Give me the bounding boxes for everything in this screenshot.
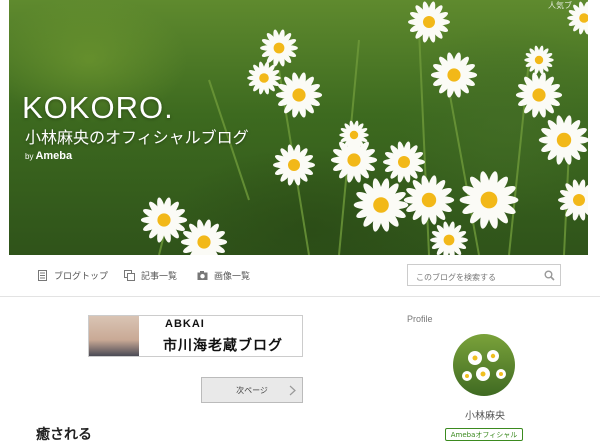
next-page-button[interactable]: 次ページ xyxy=(201,377,303,403)
daisy-flower xyxy=(430,221,468,255)
daisy-flower xyxy=(558,179,588,221)
blog-subtitle: 小林麻央のオフィシャルブログ xyxy=(25,128,249,147)
banner-label-en: ABKAI xyxy=(165,318,205,330)
daisy-flower xyxy=(459,171,519,229)
nav-images[interactable]: 画像一覧 xyxy=(197,269,250,282)
daisy-flower xyxy=(430,52,478,98)
nav-articles[interactable]: 記事一覧 xyxy=(124,269,177,282)
nav-blog-top-label: ブログトップ xyxy=(54,272,109,282)
nav-articles-label: 記事一覧 xyxy=(141,272,178,282)
daisy-flower xyxy=(273,144,315,186)
daisy-flower xyxy=(383,141,425,183)
daisy-flower xyxy=(403,175,455,225)
daisy-flower xyxy=(538,115,588,165)
profile-name[interactable]: 小林麻央 xyxy=(435,407,535,422)
brand-label: Ameba xyxy=(35,150,73,162)
daisy-flower xyxy=(408,1,450,43)
by-label: by xyxy=(25,152,34,161)
daisy-flower xyxy=(180,219,228,255)
chevron-right-icon xyxy=(289,385,296,396)
profile-heading: Profile xyxy=(407,314,433,324)
daisy-flower xyxy=(353,178,409,232)
blog-title[interactable]: KOKORO. xyxy=(22,90,174,126)
banner-portrait xyxy=(89,316,139,356)
document-icon xyxy=(38,270,47,281)
ebizo-blog-banner[interactable]: ABKAI 市川海老蔵ブログ xyxy=(88,315,303,357)
list-icon xyxy=(124,270,135,281)
blog-nav: ブログトップ 記事一覧 画像一覧 xyxy=(0,255,600,297)
camera-icon xyxy=(197,271,208,280)
profile-avatar[interactable] xyxy=(453,334,515,396)
official-badge: Amebaオフィシャル xyxy=(445,428,523,441)
next-page-label: 次ページ xyxy=(236,386,268,395)
blog-search xyxy=(407,264,561,288)
daisy-flower xyxy=(275,72,323,118)
nav-blog-top[interactable]: ブログトップ xyxy=(37,269,108,282)
blog-header: 人気ブ KOKORO. 小林麻央のオフィシャルブログ by Ameba xyxy=(9,0,588,255)
nav-images-label: 画像一覧 xyxy=(214,272,251,282)
avatar-daisy-image xyxy=(462,350,506,381)
post-title[interactable]: 癒される xyxy=(36,424,92,444)
banner-label-jp: 市川海老蔵ブログ xyxy=(163,338,283,354)
popular-blog-link[interactable]: 人気ブ xyxy=(548,0,572,11)
daisy-flower xyxy=(260,29,298,67)
search-icon[interactable] xyxy=(544,270,555,281)
search-input[interactable] xyxy=(408,267,546,288)
ameba-logo[interactable]: by Ameba xyxy=(25,150,72,162)
